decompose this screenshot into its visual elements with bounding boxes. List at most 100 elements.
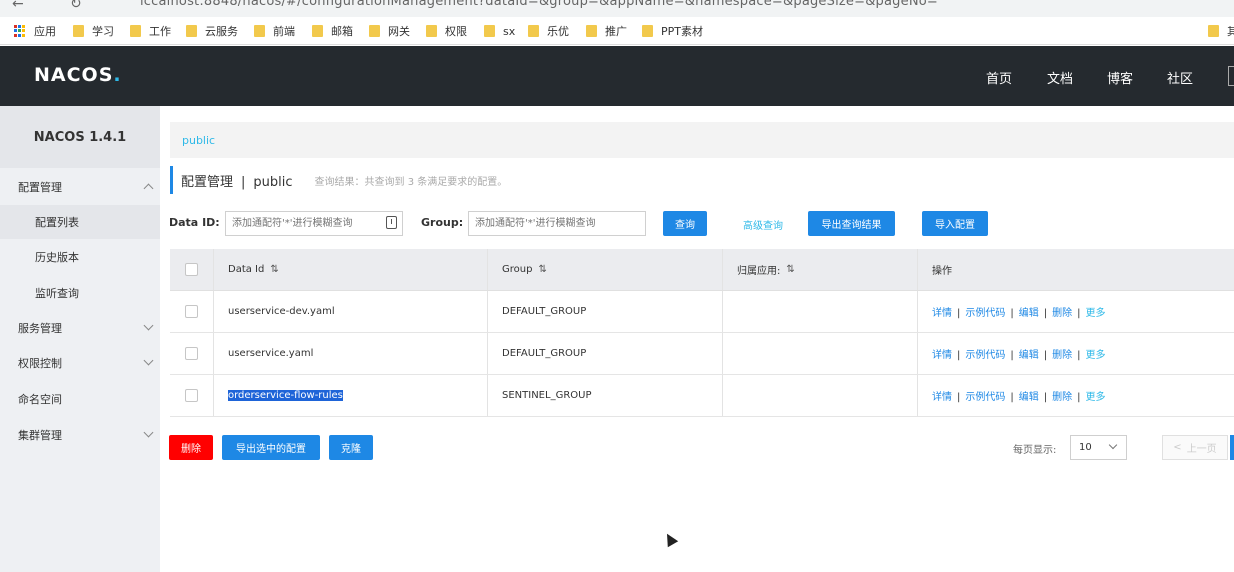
action-edit-link[interactable]: 编辑 [1019, 350, 1039, 361]
action-edit-link[interactable]: 编辑 [1019, 308, 1039, 319]
bookmark-item[interactable]: 网关 [369, 23, 410, 39]
row-select-cell [170, 333, 214, 374]
bookmark-item[interactable]: 邮箱 [312, 23, 353, 39]
cell-actions: 详情 | 示例代码 | 编辑 | 删除 | 更多 [932, 392, 1106, 403]
namespace-public-link[interactable]: public [182, 134, 215, 147]
page-title: 配置管理 | public [181, 174, 293, 190]
import-config-button[interactable]: 导入配置 [922, 211, 988, 236]
bookmark-item[interactable]: 应用 [14, 23, 56, 39]
action-more-link[interactable]: 更多 [1086, 308, 1106, 319]
sidebar-item-service-management[interactable]: 服务管理 [0, 311, 160, 345]
export-selected-button[interactable]: 导出选中的配置 [222, 435, 320, 460]
sidebar-version-title: NACOS 1.4.1 [0, 106, 160, 168]
advanced-search-link[interactable]: 高级查询 [743, 217, 783, 232]
folder-icon [130, 25, 141, 37]
row-checkbox[interactable] [185, 305, 198, 318]
cell-actions: 详情 | 示例代码 | 编辑 | 删除 | 更多 [932, 350, 1106, 361]
per-page-label: 每页显示: [1013, 445, 1057, 456]
folder-icon [1208, 25, 1219, 37]
nacos-logo[interactable]: NACOS. [34, 64, 122, 86]
action-detail-link[interactable]: 详情 [932, 392, 952, 403]
per-page-select[interactable]: 10 [1070, 435, 1127, 460]
column-data-id[interactable]: Data Id ⇅ [214, 249, 488, 290]
apps-grid-icon [14, 25, 26, 37]
back-arrow-icon[interactable]: ← [12, 0, 24, 12]
bookmark-item[interactable]: 乐优 [528, 23, 569, 39]
folder-icon [312, 25, 323, 37]
input-clipboard-icon[interactable] [386, 216, 397, 229]
sidebar-item-history[interactable]: 历史版本 [0, 240, 160, 274]
bookmark-item[interactable]: 工作 [130, 23, 171, 39]
cell-data-id: userservice-dev.yaml [214, 291, 488, 332]
folder-icon [426, 25, 437, 37]
page-title-bar: 配置管理 | public 查询结果：共查询到 3 条满足要求的配置。 [170, 166, 507, 194]
bookmark-item[interactable]: 权限 [426, 23, 467, 39]
sidebar-item-config-list[interactable]: 配置列表 [0, 205, 160, 239]
chevron-down-icon [143, 355, 154, 366]
next-page-button[interactable] [1230, 435, 1234, 460]
delete-selected-button[interactable]: 删除 [169, 435, 213, 460]
bookmark-item[interactable]: 前端 [254, 23, 295, 39]
language-switch[interactable] [1228, 66, 1234, 86]
nav-community[interactable]: 社区 [1167, 68, 1193, 87]
nav-blog[interactable]: 博客 [1107, 68, 1133, 87]
cell-app [723, 333, 918, 374]
select-all-checkbox[interactable] [185, 263, 198, 276]
prev-page-button[interactable]: < 上一页 [1162, 435, 1228, 460]
sort-icon[interactable]: ⇅ [538, 264, 546, 275]
sidebar-item-config-management[interactable]: 配置管理 [0, 170, 160, 204]
nav-docs[interactable]: 文档 [1047, 68, 1073, 87]
sidebar: NACOS 1.4.1 配置管理 配置列表 历史版本 监听查询 服务管理 权限控… [0, 106, 160, 572]
bookmark-item[interactable]: 学习 [73, 23, 114, 39]
chevron-down-icon [143, 320, 154, 331]
nav-home[interactable]: 首页 [986, 68, 1012, 87]
export-results-button[interactable]: 导出查询结果 [808, 211, 895, 236]
sort-icon[interactable]: ⇅ [786, 264, 794, 275]
clone-button[interactable]: 克隆 [329, 435, 373, 460]
action-detail-link[interactable]: 详情 [932, 350, 952, 361]
bookmarks-bar: 应用 学习 工作 云服务 前端 邮箱 网关 权限 sx 乐优 推广 PPT素材 其 [0, 17, 1234, 45]
data-id-label: Data ID: [169, 216, 220, 229]
url-text[interactable]: iccalhost:8848/nacos/#/configurationMana… [140, 0, 938, 9]
bookmark-item[interactable]: 云服务 [186, 23, 238, 39]
data-id-text: userservice-dev.yaml [228, 306, 335, 317]
sidebar-item-access-control[interactable]: 权限控制 [0, 346, 160, 380]
action-delete-link[interactable]: 删除 [1052, 350, 1072, 361]
sidebar-item-listener-query[interactable]: 监听查询 [0, 276, 160, 310]
action-sample-code-link[interactable]: 示例代码 [965, 392, 1005, 403]
bookmark-item[interactable]: PPT素材 [642, 23, 703, 39]
column-app[interactable]: 归属应用: ⇅ [723, 249, 918, 290]
group-input[interactable] [468, 211, 646, 236]
search-button[interactable]: 查询 [663, 211, 707, 236]
group-label: Group: [421, 216, 464, 229]
row-checkbox[interactable] [185, 389, 198, 402]
query-result-text: 查询结果：共查询到 3 条满足要求的配置。 [314, 176, 508, 188]
action-delete-link[interactable]: 删除 [1052, 308, 1072, 319]
table-row: userservice-dev.yaml DEFAULT_GROUP 详情 | 示例代码… [170, 291, 1234, 333]
action-more-link[interactable]: 更多 [1086, 392, 1106, 403]
data-id-input[interactable] [225, 211, 403, 236]
folder-icon [586, 25, 597, 37]
action-delete-link[interactable]: 删除 [1052, 392, 1072, 403]
sidebar-item-namespace[interactable]: 命名空间 [0, 382, 160, 416]
column-group[interactable]: Group ⇅ [488, 249, 723, 290]
action-edit-link[interactable]: 编辑 [1019, 392, 1039, 403]
reload-icon[interactable]: ↻ [70, 0, 82, 12]
row-checkbox[interactable] [185, 347, 198, 360]
sort-icon[interactable]: ⇅ [270, 264, 278, 275]
action-sample-code-link[interactable]: 示例代码 [965, 350, 1005, 361]
chevron-up-icon [143, 183, 154, 194]
cell-app [723, 375, 918, 416]
folder-icon [484, 25, 495, 37]
bookmark-item[interactable]: 其 [1208, 23, 1234, 39]
sidebar-item-cluster-management[interactable]: 集群管理 [0, 418, 160, 452]
action-sample-code-link[interactable]: 示例代码 [965, 308, 1005, 319]
bookmark-item[interactable]: sx [484, 23, 515, 39]
action-detail-link[interactable]: 详情 [932, 308, 952, 319]
cell-data-id: orderservice-flow-rules [214, 375, 488, 416]
bookmark-item[interactable]: 推广 [586, 23, 627, 39]
cell-data-id: userservice.yaml [214, 333, 488, 374]
action-more-link[interactable]: 更多 [1086, 350, 1106, 361]
folder-icon [528, 25, 539, 37]
cell-app [723, 291, 918, 332]
